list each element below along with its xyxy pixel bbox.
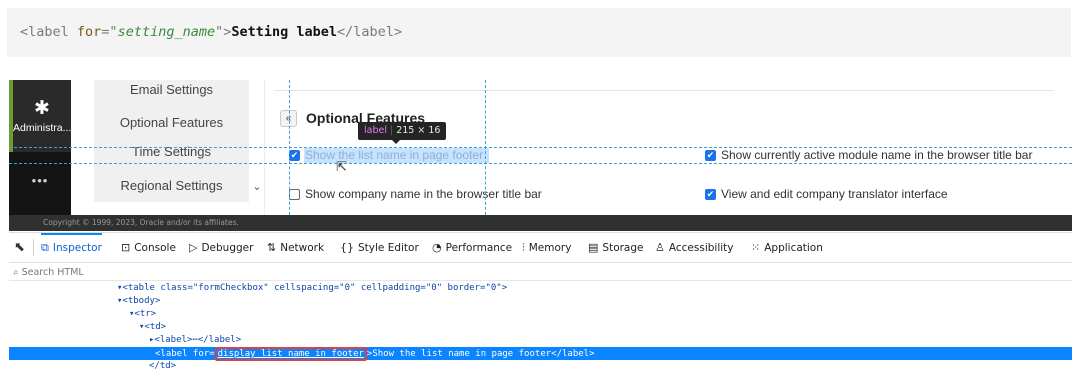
tab-performance[interactable]: ◔ Performance xyxy=(432,233,512,263)
accessibility-icon: ♙ xyxy=(655,241,665,254)
tree-node-tr[interactable]: ▾<tr> xyxy=(9,308,1072,321)
tree-node-text: ▾<table class="formCheckbox" cellspacing… xyxy=(117,283,508,293)
nav-item-administration[interactable]: ✱ Administra... xyxy=(9,80,71,152)
copyright-footer: Copyright © 1999, 2023, Oracle and/or it… xyxy=(9,215,1072,231)
tooltip-arrow xyxy=(392,140,400,144)
option-label-show-company-name-title[interactable]: Show company name in the browser title b… xyxy=(305,187,542,201)
snippet-text: Setting label xyxy=(231,24,338,40)
snippet-attr-value: setting_name xyxy=(117,24,216,40)
memory-icon: ⫶ xyxy=(522,241,525,254)
tree-node-tbody[interactable]: ▾<tbody> xyxy=(9,295,1072,308)
tree-node-table[interactable]: ▾<table class="formCheckbox" cellspacing… xyxy=(9,282,1072,295)
snippet-equals: =" xyxy=(101,24,118,40)
tab-storage[interactable]: ▤ Storage xyxy=(588,233,644,263)
network-icon: ⇅ xyxy=(267,241,277,254)
tab-label: Style Editor xyxy=(358,242,419,254)
checkbox-show-list-name-footer[interactable]: ✔ xyxy=(289,150,300,161)
tab-label: Debugger xyxy=(201,242,254,254)
tab-accessibility[interactable]: ♙ Accessibility xyxy=(655,233,734,263)
tab-application[interactable]: ⁙ Application xyxy=(751,233,823,263)
search-html-input[interactable]: ⌕ Search HTML xyxy=(9,264,1072,281)
checkbox-show-company-name-title[interactable] xyxy=(289,189,300,200)
tab-style-editor[interactable]: {} Style Editor xyxy=(340,233,419,263)
tab-label: Performance xyxy=(445,242,513,254)
element-picker-icon[interactable]: ⬉ xyxy=(14,240,25,255)
guide-line xyxy=(9,147,1072,148)
tree-node-selected-label[interactable]: <label for= display_list_name_in_footer >S… xyxy=(9,347,1072,361)
code-snippet: <label for="setting_name">Setting label<… xyxy=(7,8,1071,57)
tab-label: Accessibility xyxy=(668,242,734,254)
search-icon: ⌕ xyxy=(13,267,19,278)
chevron-down-icon[interactable]: ⌄ xyxy=(249,180,265,193)
menu-item-regional-settings[interactable]: Regional Settings xyxy=(94,178,249,193)
checkbox-show-module-name-title[interactable]: ✔ xyxy=(705,150,716,161)
tree-node-label-collapsed[interactable]: ▸<label>⋯</label> xyxy=(9,334,1072,347)
nav-item-label: Administra... xyxy=(13,122,72,134)
tree-node-text: <label for= xyxy=(155,349,215,359)
tree-node-text: ▾<tr> xyxy=(129,309,157,319)
tree-node-td[interactable]: ▾<td> xyxy=(9,321,1072,334)
tab-label: Memory xyxy=(528,242,572,254)
tab-console[interactable]: ⊡ Console xyxy=(121,233,176,263)
for-attribute-highlight: display_list_name_in_footer xyxy=(214,347,367,361)
debugger-icon: ▷ xyxy=(189,241,198,254)
tab-label: Application xyxy=(764,242,823,254)
storage-icon: ▤ xyxy=(588,241,599,254)
option-label-view-translator[interactable]: View and edit company translator interfa… xyxy=(721,187,948,201)
app-viewport: ✱ Administra... ••• Email Settings Optio… xyxy=(9,80,1072,231)
style-editor-icon: {} xyxy=(340,241,354,254)
gear-icon: ✱ xyxy=(34,97,50,119)
search-placeholder: Search HTML xyxy=(21,267,84,278)
tab-label: Console xyxy=(134,242,176,254)
performance-icon: ◔ xyxy=(432,241,442,254)
tooltip-tag: label xyxy=(364,125,387,136)
settings-menu: Email Settings Optional Features Time Se… xyxy=(94,80,249,202)
tree-node-text: </td> xyxy=(149,361,177,371)
tree-node-text: ▾<tbody> xyxy=(117,296,161,306)
guide-line xyxy=(9,163,1072,164)
application-icon: ⁙ xyxy=(751,241,761,254)
snippet-attr-name: for xyxy=(76,24,102,40)
for-attribute-value[interactable]: display_list_name_in_footer xyxy=(218,349,364,359)
tab-debugger[interactable]: ▷ Debugger xyxy=(189,233,253,263)
tab-label: Network xyxy=(280,242,325,254)
tree-node-text: >Show the list name in page footer</labe… xyxy=(366,349,595,359)
element-tooltip: label | 215 × 16 xyxy=(358,122,447,140)
devtools-panel: ⬉ ⧉ Inspector ⊡ Console ▷ Debugger ⇅ Network… xyxy=(9,232,1072,374)
guide-line xyxy=(289,80,290,215)
tree-node-td-close[interactable]: </td> xyxy=(9,360,1072,373)
checkbox-view-translator[interactable]: ✔ xyxy=(705,189,716,200)
option-label-show-module-name-title[interactable]: Show currently active module name in the… xyxy=(721,148,1032,162)
devtools-toolbar: ⬉ ⧉ Inspector ⊡ Console ▷ Debugger ⇅ Network… xyxy=(9,233,1072,263)
guide-line xyxy=(485,80,486,215)
tree-node-text: ▾<td> xyxy=(139,322,167,332)
inspector-icon: ⧉ xyxy=(41,241,49,254)
divider xyxy=(33,239,34,256)
tab-label: Storage xyxy=(602,242,644,254)
divider xyxy=(274,90,1054,91)
menu-item-email-settings[interactable]: Email Settings xyxy=(94,82,249,97)
snippet-open: <label xyxy=(20,24,77,40)
console-icon: ⊡ xyxy=(121,241,131,254)
tab-network[interactable]: ⇅ Network xyxy=(267,233,324,263)
snippet-close-quote: "> xyxy=(215,24,232,40)
tooltip-dimensions: 215 × 16 xyxy=(396,125,441,136)
tab-label: Inspector xyxy=(52,242,102,254)
tab-memory[interactable]: ⫶ Memory xyxy=(522,233,571,263)
option-label-show-list-name-footer[interactable]: Show the list name in page footer xyxy=(305,148,483,162)
mouse-cursor-icon: ⇱ xyxy=(336,160,347,175)
snippet-close-tag: </label> xyxy=(337,24,403,40)
menu-item-optional-features[interactable]: Optional Features xyxy=(94,115,249,130)
tab-inspector[interactable]: ⧉ Inspector xyxy=(41,233,102,263)
tree-node-text: ▸<label>⋯</label> xyxy=(149,335,242,345)
